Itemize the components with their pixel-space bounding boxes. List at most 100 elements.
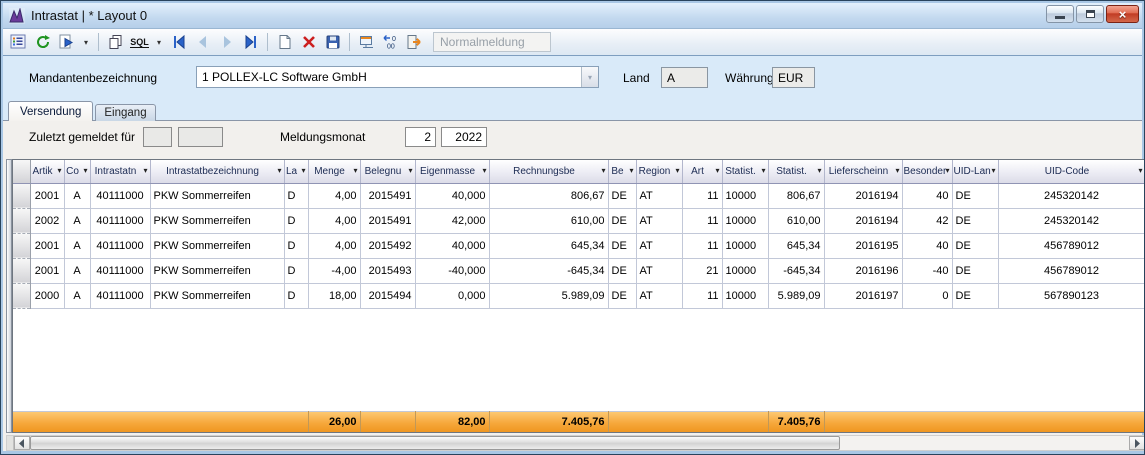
- cell[interactable]: PKW Sommerreifen: [150, 283, 284, 308]
- cell[interactable]: 2001: [30, 233, 64, 258]
- cell[interactable]: 2016196: [824, 258, 902, 283]
- cell[interactable]: -40,000: [415, 258, 489, 283]
- cell[interactable]: AT: [636, 233, 682, 258]
- column-filter-icon[interactable]: ▾: [143, 166, 147, 175]
- sql-menu-button[interactable]: ▾: [153, 32, 165, 53]
- cell[interactable]: 2015492: [360, 233, 415, 258]
- properties-button[interactable]: [8, 32, 29, 53]
- column-filter-icon[interactable]: ▾: [817, 166, 821, 175]
- column-header-indicator[interactable]: [13, 160, 30, 183]
- column-filter-icon[interactable]: ▾: [353, 166, 357, 175]
- tab-eingang[interactable]: Eingang: [95, 104, 155, 121]
- cell[interactable]: 10000: [722, 233, 768, 258]
- cell[interactable]: 806,67: [768, 183, 824, 208]
- cell[interactable]: 21: [682, 258, 722, 283]
- table-row[interactable]: 2002 A 40111000 PKW Sommerreifen D 4,00 …: [13, 208, 1145, 233]
- first-record-button[interactable]: [168, 32, 189, 53]
- cell[interactable]: DE: [608, 183, 636, 208]
- cell[interactable]: 2002: [30, 208, 64, 233]
- cell[interactable]: D: [284, 183, 308, 208]
- cell[interactable]: 40111000: [90, 183, 150, 208]
- cell[interactable]: 11: [682, 183, 722, 208]
- column-filter-icon[interactable]: ▾: [301, 166, 305, 175]
- cell[interactable]: 2001: [30, 258, 64, 283]
- cell[interactable]: 10000: [722, 208, 768, 233]
- cell[interactable]: 0,000: [415, 283, 489, 308]
- cell[interactable]: 10000: [722, 283, 768, 308]
- cell[interactable]: 42: [902, 208, 952, 233]
- column-filter-icon[interactable]: ▾: [277, 166, 281, 175]
- cell[interactable]: 40: [902, 183, 952, 208]
- column-filter-icon[interactable]: ▾: [675, 166, 679, 175]
- row-indicator[interactable]: [13, 258, 30, 283]
- sql-button[interactable]: SQL: [129, 32, 150, 53]
- row-indicator[interactable]: [13, 183, 30, 208]
- cell[interactable]: PKW Sommerreifen: [150, 258, 284, 283]
- cell[interactable]: 2015493: [360, 258, 415, 283]
- cell[interactable]: 5.989,09: [489, 283, 608, 308]
- datasource-button[interactable]: [356, 32, 377, 53]
- cell[interactable]: A: [64, 183, 90, 208]
- cell[interactable]: 4,00: [308, 208, 360, 233]
- run-menu-button[interactable]: ▾: [80, 32, 92, 53]
- cell[interactable]: D: [284, 283, 308, 308]
- mandant-combobox[interactable]: 1 POLLEX-LC Software GmbH ▾: [196, 66, 599, 88]
- combo-dropdown-button[interactable]: ▾: [581, 67, 598, 87]
- refresh-button[interactable]: [32, 32, 53, 53]
- column-filter-icon[interactable]: ▾: [601, 166, 605, 175]
- cell[interactable]: D: [284, 258, 308, 283]
- cell[interactable]: 2015491: [360, 183, 415, 208]
- column-header-intrastatnr[interactable]: Intrastatn▾: [90, 160, 150, 183]
- cell[interactable]: 456789012: [998, 233, 1145, 258]
- copy-button[interactable]: [105, 32, 126, 53]
- cell[interactable]: PKW Sommerreifen: [150, 233, 284, 258]
- cell[interactable]: 40,000: [415, 233, 489, 258]
- cell[interactable]: 18,00: [308, 283, 360, 308]
- column-header-statist-1[interactable]: Statist.▾: [722, 160, 768, 183]
- save-button[interactable]: [322, 32, 343, 53]
- cell[interactable]: 42,000: [415, 208, 489, 233]
- table-row[interactable]: 2000 A 40111000 PKW Sommerreifen D 18,00…: [13, 283, 1145, 308]
- cell[interactable]: 4,00: [308, 183, 360, 208]
- run-button[interactable]: [56, 32, 77, 53]
- cell[interactable]: AT: [636, 258, 682, 283]
- column-header-artikel[interactable]: Artik▾: [30, 160, 64, 183]
- cell[interactable]: 610,00: [768, 208, 824, 233]
- cell[interactable]: AT: [636, 208, 682, 233]
- cell[interactable]: PKW Sommerreifen: [150, 208, 284, 233]
- column-filter-icon[interactable]: ▾: [408, 166, 412, 175]
- cell[interactable]: 2016194: [824, 183, 902, 208]
- cell[interactable]: -645,34: [768, 258, 824, 283]
- maximize-button[interactable]: [1076, 5, 1104, 23]
- column-header-statist-2[interactable]: Statist.▾: [768, 160, 824, 183]
- row-indicator[interactable]: [13, 233, 30, 258]
- column-filter-icon[interactable]: ▾: [895, 166, 899, 175]
- column-header-belegnr[interactable]: Belegnu▾: [360, 160, 415, 183]
- cell[interactable]: -645,34: [489, 258, 608, 283]
- cell[interactable]: 2001: [30, 183, 64, 208]
- column-header-art[interactable]: Art▾: [682, 160, 722, 183]
- tab-versendung[interactable]: Versendung: [8, 101, 93, 121]
- horizontal-scrollbar[interactable]: [6, 435, 1145, 451]
- close-button[interactable]: ×: [1106, 5, 1139, 23]
- cell[interactable]: A: [64, 258, 90, 283]
- cell[interactable]: 10000: [722, 258, 768, 283]
- minimize-button[interactable]: [1046, 5, 1074, 23]
- previous-record-button[interactable]: [192, 32, 213, 53]
- cell[interactable]: D: [284, 208, 308, 233]
- table-row[interactable]: 2001 A 40111000 PKW Sommerreifen D 4,00 …: [13, 233, 1145, 258]
- cell[interactable]: 2000: [30, 283, 64, 308]
- column-filter-icon[interactable]: ▾: [761, 166, 765, 175]
- cell[interactable]: 2016197: [824, 283, 902, 308]
- column-filter-icon[interactable]: ▾: [991, 166, 995, 175]
- cell[interactable]: 11: [682, 233, 722, 258]
- cell[interactable]: 2016194: [824, 208, 902, 233]
- cell[interactable]: 2016195: [824, 233, 902, 258]
- cell[interactable]: 40111000: [90, 233, 150, 258]
- new-record-button[interactable]: [274, 32, 295, 53]
- cell[interactable]: DE: [608, 258, 636, 283]
- scroll-left-button[interactable]: [14, 436, 30, 450]
- cell[interactable]: 40111000: [90, 258, 150, 283]
- cell[interactable]: 645,34: [768, 233, 824, 258]
- cell[interactable]: DE: [608, 283, 636, 308]
